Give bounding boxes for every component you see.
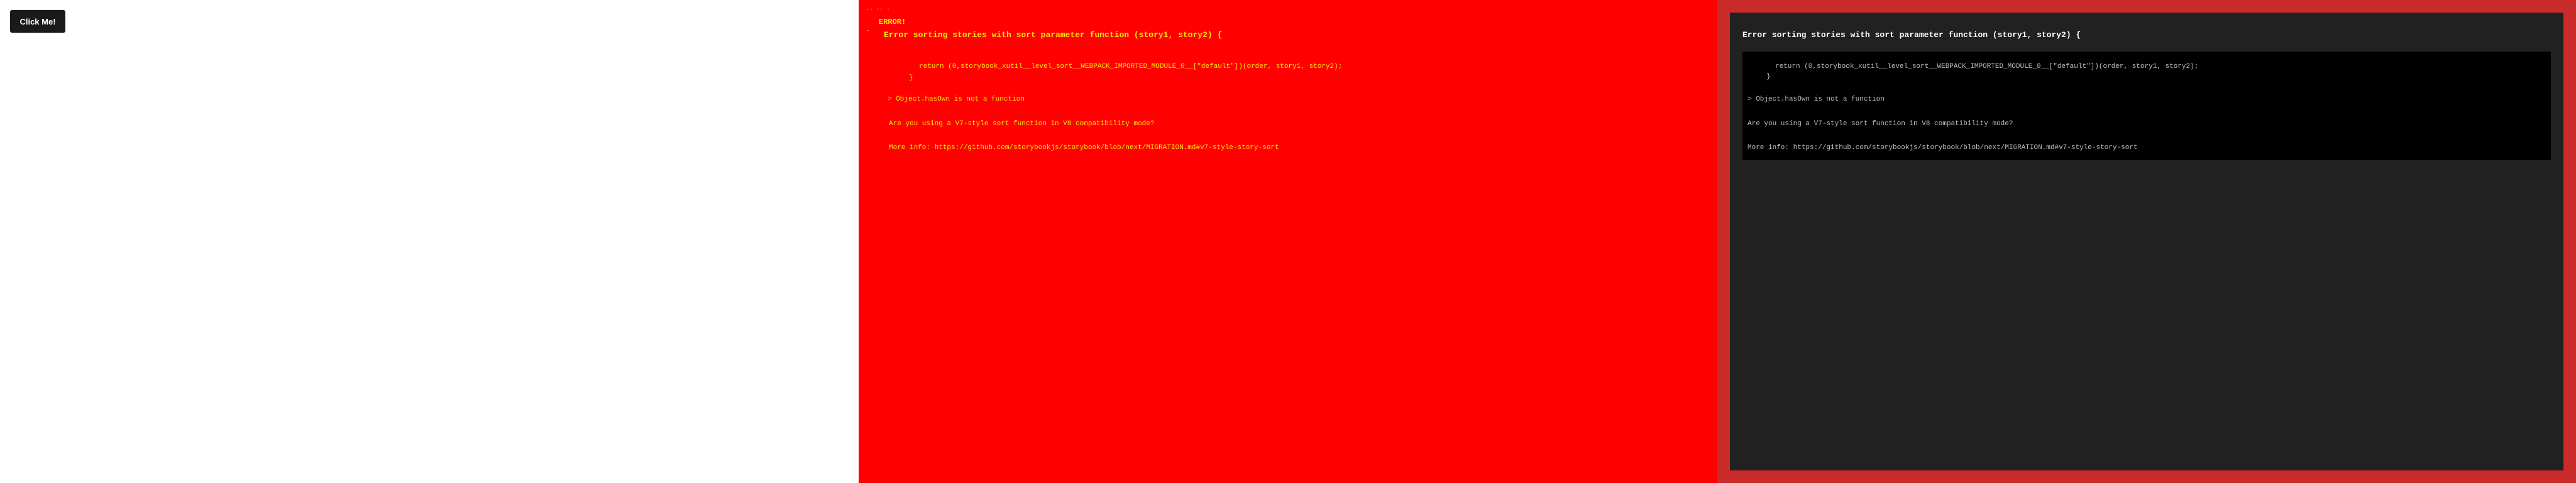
click-me-button[interactable]: Click Me! [10, 10, 65, 33]
red-marker-left: - [866, 28, 870, 34]
dark-question-line: Are you using a V7-style sort function i… [1748, 120, 2013, 128]
red-error-overlay: -- -- - - ERROR! Error sorting stories w… [859, 0, 1717, 483]
dark-error-overlay: Error sorting stories with sort paramete… [1730, 13, 2563, 470]
red-marker-top: -- -- - [866, 6, 890, 13]
dark-code-line-1: return (0,storybook_xutil__level_sort__W… [1775, 63, 2199, 70]
dark-code-block: return (0,storybook_xutil__level_sort__W… [1742, 52, 2551, 160]
red-info-link[interactable]: More info: https://github.com/storybookj… [889, 144, 1279, 152]
red-error-message: > Object.hasOwn is not a function [888, 96, 1025, 103]
dark-error-frame: Error sorting stories with sort paramete… [1717, 0, 2576, 483]
red-error-title: ERROR! [879, 18, 906, 26]
screenshot-root: Click Me! -- -- - - ERROR! Error sorting… [0, 0, 2576, 483]
red-code-line-1: return (0,storybook_xutil__level_sort__W… [919, 63, 1343, 70]
dark-info-link[interactable]: More info: https://github.com/storybookj… [1748, 144, 2138, 152]
dark-code-line-2: } [1766, 73, 1771, 80]
red-question-line: Are you using a V7-style sort function i… [889, 120, 1155, 128]
red-error-heading: Error sorting stories with sort paramete… [884, 30, 1223, 40]
dark-error-message: > Object.hasOwn is not a function [1748, 96, 1885, 103]
red-code-line-2: } [909, 74, 913, 82]
dark-error-heading: Error sorting stories with sort paramete… [1742, 30, 2081, 40]
preview-panel: Click Me! [0, 0, 859, 483]
